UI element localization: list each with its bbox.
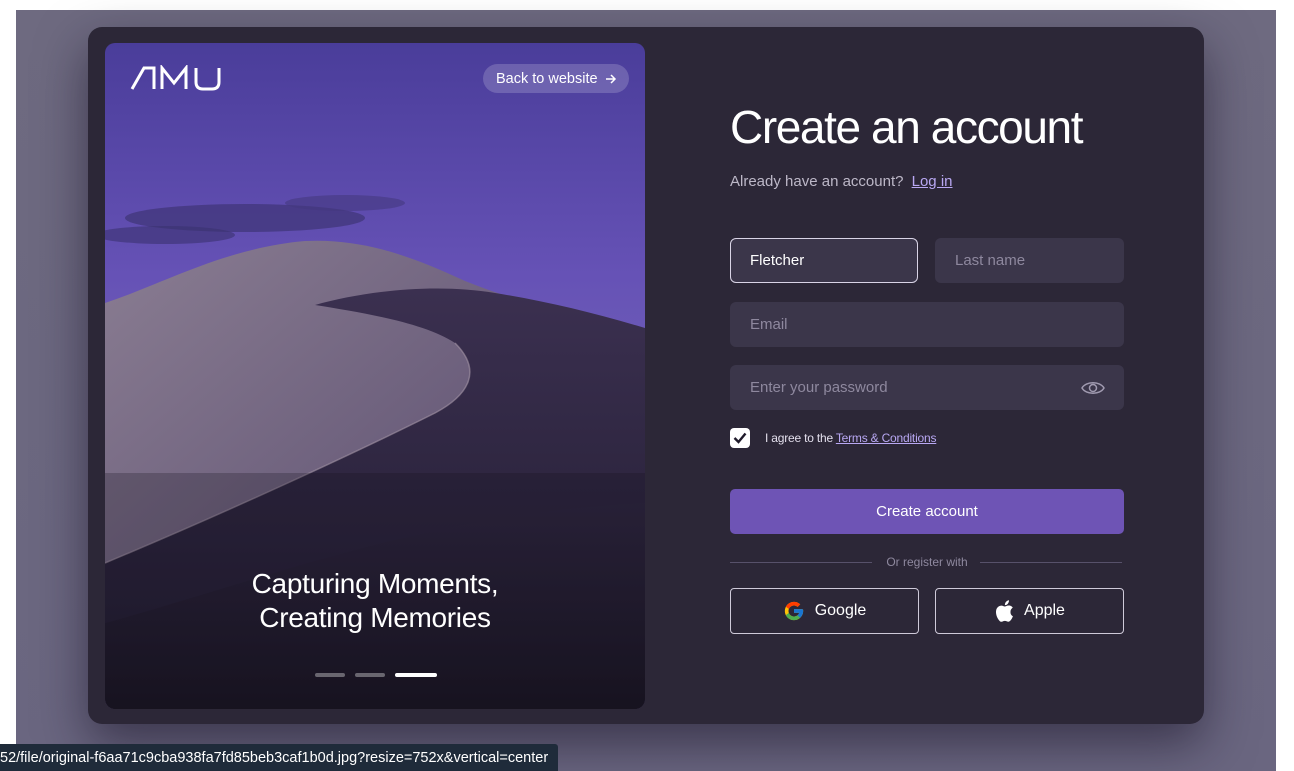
google-signup-button[interactable]: Google (730, 588, 919, 634)
google-icon (784, 601, 803, 621)
apple-label: Apple (1024, 602, 1065, 619)
create-account-button[interactable]: Create account (730, 489, 1124, 534)
page-title: Create an account (730, 101, 1084, 153)
login-prompt: Already have an account? Log in (730, 173, 953, 190)
create-account-label: Create account (876, 503, 978, 520)
back-to-website-button[interactable]: Back to website (483, 64, 629, 93)
divider-text: Or register with (886, 555, 968, 569)
first-name-field[interactable]: Fletcher (730, 238, 918, 283)
back-to-website-label: Back to website (496, 70, 598, 87)
carousel-dot-3-active[interactable] (395, 673, 437, 677)
email-placeholder: Email (750, 316, 788, 333)
login-prompt-text: Already have an account? (730, 173, 904, 190)
hero-tagline-line1: Capturing Moments, (251, 568, 499, 599)
brand-logo (130, 65, 221, 91)
status-bar-url: 52/file/original-f6aa71c9cba938fa7fd85be… (0, 744, 559, 771)
terms-agreement-text: I agree to the (765, 431, 833, 445)
apple-signup-button[interactable]: Apple (935, 588, 1124, 634)
first-name-value: Fletcher (750, 252, 805, 269)
hero-tagline-line2: Creating Memories (259, 602, 491, 633)
show-password-eye-icon[interactable] (1081, 378, 1105, 398)
terms-conditions-link[interactable]: Terms & Conditions (836, 431, 937, 445)
password-field[interactable]: Enter your password (730, 365, 1124, 410)
arrow-right-icon (605, 73, 616, 84)
last-name-field[interactable]: Last name (935, 238, 1124, 283)
google-label: Google (814, 602, 867, 619)
terms-agreement: I agree to the Terms & Conditions (765, 431, 936, 445)
carousel-dot-2[interactable] (355, 673, 385, 677)
last-name-placeholder: Last name (955, 252, 1026, 269)
status-bar-url-text: 52/file/original-f6aa71c9cba938fa7fd85be… (0, 749, 549, 766)
password-placeholder: Enter your password (750, 379, 888, 396)
hero-panel: Back to website Capturing Moments, Creat… (105, 43, 645, 709)
carousel-dot-1[interactable] (315, 673, 345, 677)
apple-icon (996, 600, 1013, 622)
checkmark-icon (733, 432, 747, 444)
terms-checkbox[interactable] (730, 428, 750, 448)
email-field[interactable]: Email (730, 302, 1124, 347)
carousel-indicator (315, 673, 437, 677)
login-link[interactable]: Log in (912, 173, 953, 190)
